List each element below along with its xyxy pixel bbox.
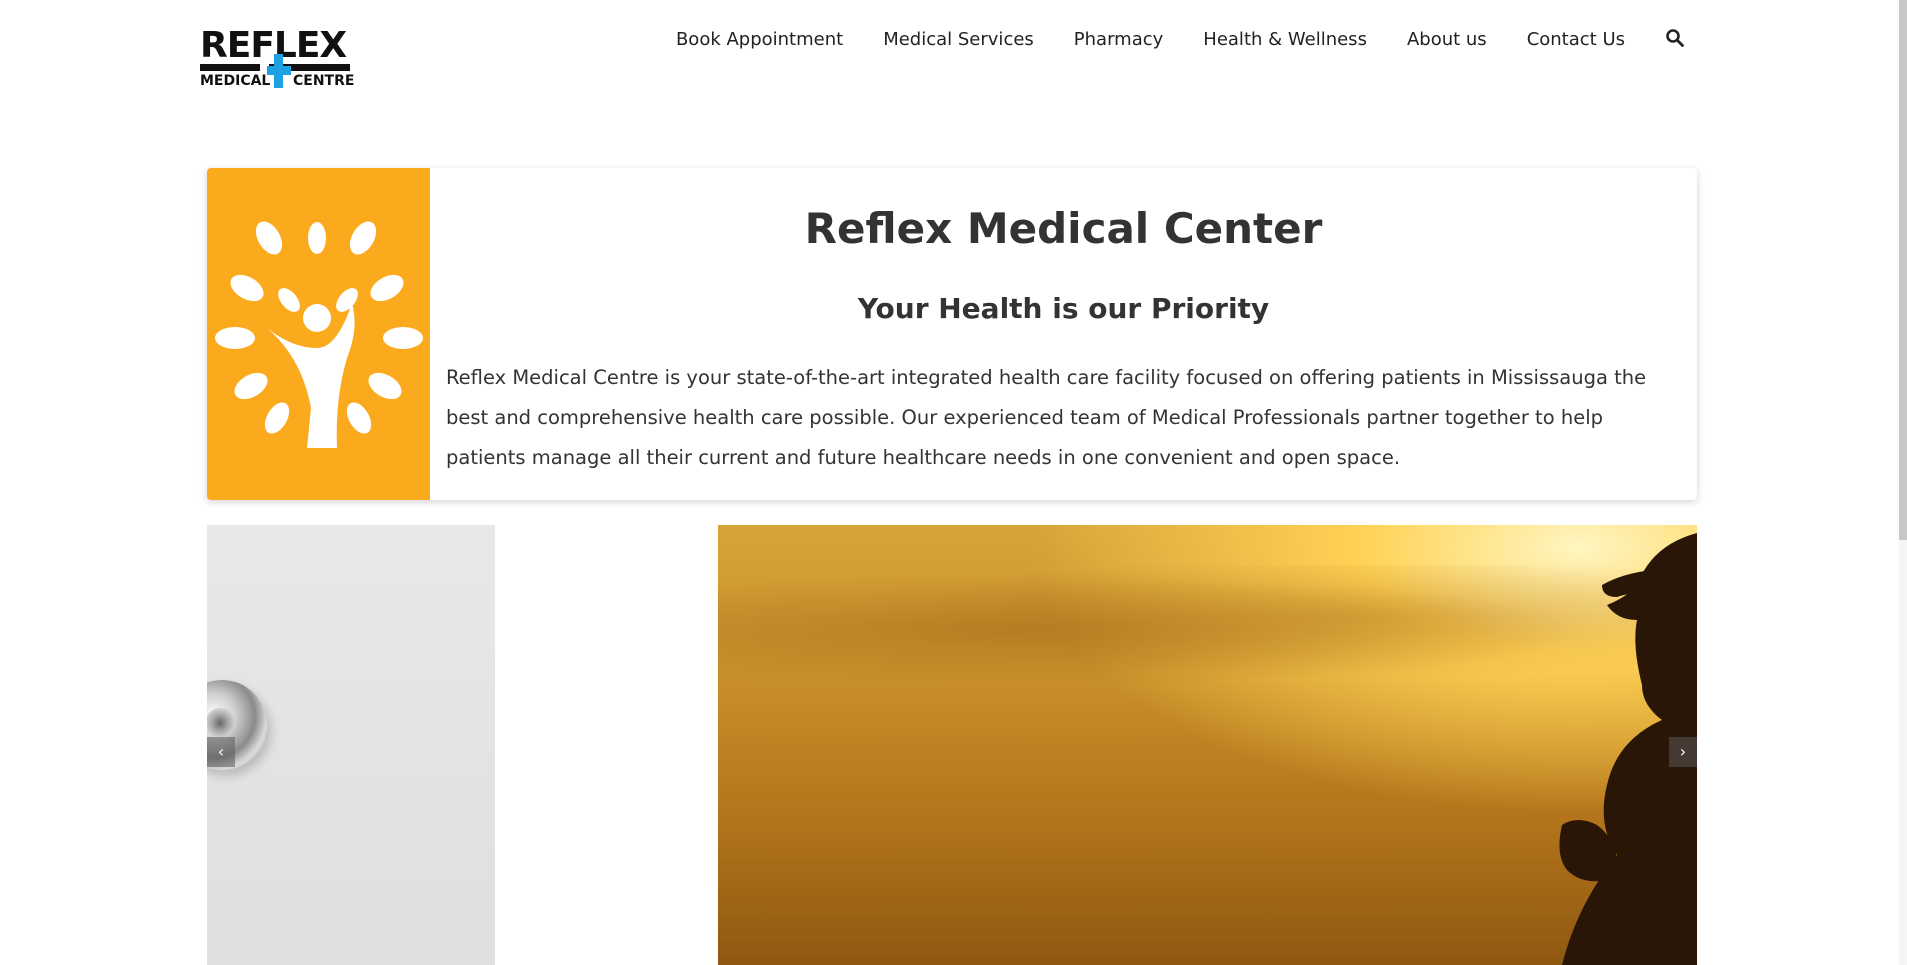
page-title: Reflex Medical Center xyxy=(804,204,1323,253)
carousel-gap xyxy=(495,525,719,965)
nav-medical-services[interactable]: Medical Services xyxy=(883,29,1034,50)
logo-subtitle-left: MEDICAL xyxy=(200,73,271,89)
sunset-runner-image xyxy=(718,525,1697,965)
search-icon[interactable] xyxy=(1665,28,1687,50)
nav-about-us[interactable]: About us xyxy=(1407,29,1487,50)
site-logo[interactable]: REFLEX MEDICAL CENTRE xyxy=(200,28,360,90)
image-carousel: ‹ › xyxy=(207,525,1697,965)
main-nav: Book Appointment Medical Services Pharma… xyxy=(676,28,1687,50)
nav-book-appointment[interactable]: Book Appointment xyxy=(676,29,843,50)
carousel-next-button[interactable]: › xyxy=(1669,737,1697,767)
nav-contact-us[interactable]: Contact Us xyxy=(1527,29,1625,50)
logo-subtitle-right: CENTRE xyxy=(293,73,355,89)
page-subtitle: Your Health is our Priority xyxy=(857,292,1270,325)
nav-pharmacy[interactable]: Pharmacy xyxy=(1074,29,1164,50)
intro-description: Reflex Medical Centre is your state-of-t… xyxy=(446,366,1647,469)
wellness-tree-icon xyxy=(207,168,430,500)
stethoscope-image xyxy=(207,525,495,965)
carousel-prev-button[interactable]: ‹ xyxy=(207,737,235,767)
nav-health-wellness[interactable]: Health & Wellness xyxy=(1203,29,1367,50)
runner-silhouette xyxy=(1559,525,1697,965)
site-header: REFLEX MEDICAL CENTRE Book Appointment M… xyxy=(0,0,1907,110)
page-scrollbar[interactable] xyxy=(1899,0,1907,965)
intro-card: Reflex Medical Center Your Health is our… xyxy=(207,168,1697,500)
scrollbar-thumb[interactable] xyxy=(1899,0,1907,540)
